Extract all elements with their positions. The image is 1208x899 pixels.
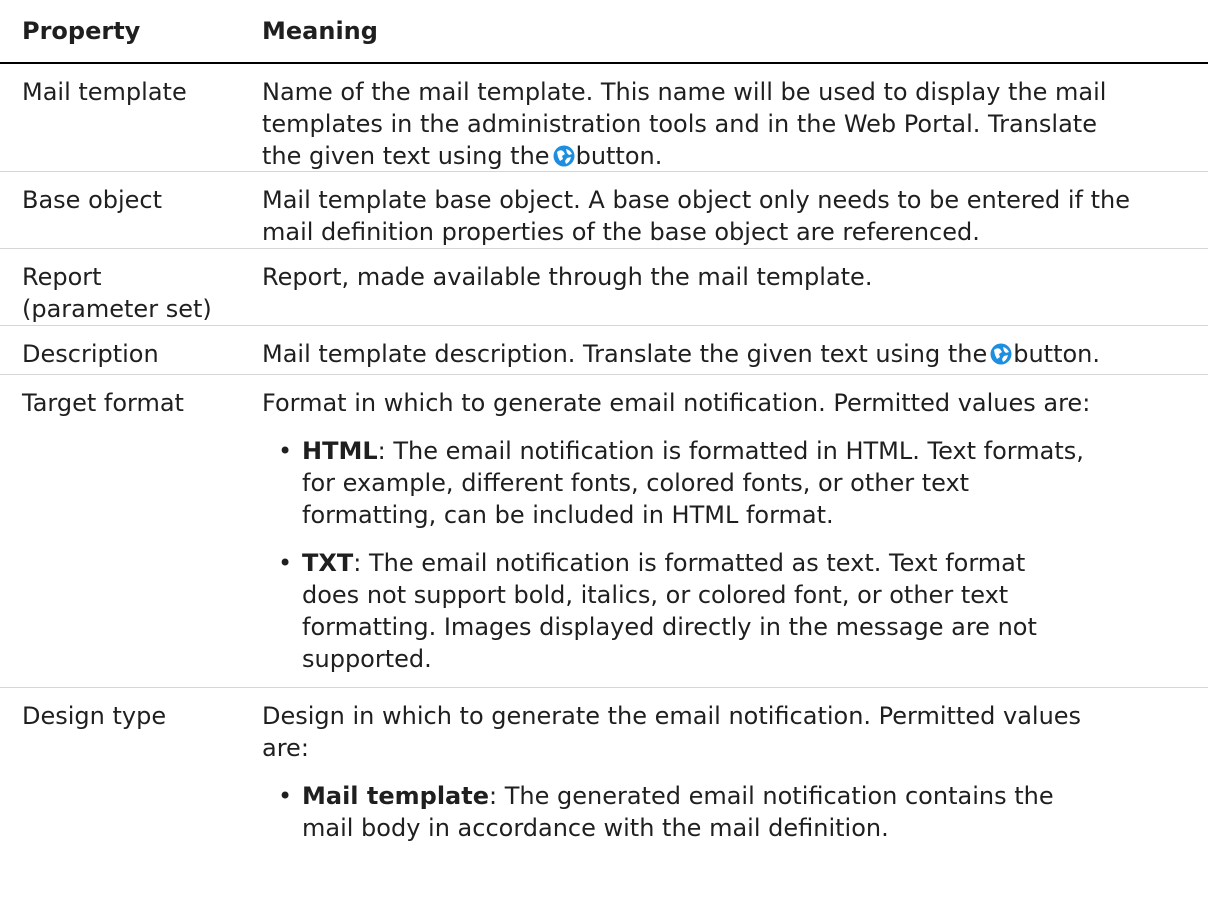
property-meaning: Design in which to generate the email no… bbox=[262, 700, 1202, 844]
list-item: • TXT: The email notification is formatt… bbox=[278, 547, 1202, 675]
bullet-text: supported. bbox=[302, 645, 432, 673]
table-row: Base object Mail template base object. A… bbox=[0, 172, 1208, 249]
meaning-text: the given text using the bbox=[262, 142, 550, 170]
bullet-text: does not support bold, italics, or color… bbox=[302, 581, 1009, 609]
property-meaning: Mail template description. Translate the… bbox=[262, 338, 1202, 370]
property-name: Description bbox=[22, 340, 159, 368]
list-item: • HTML: The email notification is format… bbox=[278, 435, 1202, 531]
table-header: Property Meaning bbox=[0, 0, 1208, 64]
bullet-line: HTML: The email notification is formatte… bbox=[302, 435, 1202, 467]
property-name: Design type bbox=[22, 702, 167, 730]
meaning-text: button. bbox=[575, 142, 663, 170]
bullet-dot: • bbox=[278, 782, 293, 810]
bullet-text: mail body in accordance with the mail de… bbox=[302, 814, 889, 842]
table-row: Mail template Name of the mail template.… bbox=[0, 63, 1208, 172]
bullet-line: TXT: The email notification is formatted… bbox=[302, 547, 1202, 579]
bullet-term: TXT bbox=[302, 549, 354, 577]
property-meaning: Format in which to generate email notifi… bbox=[262, 387, 1202, 675]
bullet-dot: • bbox=[278, 549, 293, 577]
table-row: Report (parameter set) Report, made avai… bbox=[0, 249, 1208, 326]
bullet-text: : The email notification is formatted in… bbox=[377, 437, 1084, 465]
bullet-line: Mail template: The generated email notif… bbox=[302, 780, 1202, 812]
meaning-text: Format in which to generate email notifi… bbox=[262, 389, 1091, 417]
meaning-text: Report, made available through the mail … bbox=[262, 263, 873, 291]
table-row: Description Mail template description. T… bbox=[0, 326, 1208, 375]
meaning-text: Mail template base object. A base object… bbox=[262, 186, 1130, 214]
meaning-text: button. bbox=[1013, 340, 1101, 368]
table-row: Target format Format in which to generat… bbox=[0, 375, 1208, 688]
property-name-line: Report bbox=[22, 263, 102, 291]
bullet-text: : The email notification is formatted as… bbox=[353, 549, 1026, 577]
meaning-text: templates in the administration tools an… bbox=[262, 110, 1097, 138]
meaning-text: Design in which to generate the email no… bbox=[262, 702, 1082, 730]
meaning-text: are: bbox=[262, 734, 309, 762]
translate-globe-icon[interactable] bbox=[553, 145, 575, 167]
header-meaning: Meaning bbox=[262, 17, 378, 45]
bullet-text: : The generated email notification conta… bbox=[489, 782, 1054, 810]
property-meaning: Name of the mail template. This name wil… bbox=[262, 76, 1202, 172]
property-name: Report (parameter set) bbox=[22, 261, 247, 325]
bullet-list: • HTML: The email notification is format… bbox=[262, 435, 1202, 675]
bullet-text: formatting, can be included in HTML form… bbox=[302, 501, 834, 529]
bullet-dot: • bbox=[278, 437, 293, 465]
property-name: Target format bbox=[22, 389, 184, 417]
bullet-term: HTML bbox=[302, 437, 378, 465]
translate-globe-icon[interactable] bbox=[990, 343, 1012, 365]
bullet-term: Mail template bbox=[302, 782, 489, 810]
property-name: Base object bbox=[22, 186, 163, 214]
property-name: Mail template bbox=[22, 78, 187, 106]
bullet-text: for example, different fonts, colored fo… bbox=[302, 469, 970, 497]
bullet-list: • Mail template: The generated email not… bbox=[262, 780, 1202, 844]
property-meaning: Report, made available through the mail … bbox=[262, 261, 1202, 293]
meaning-text: Mail template description. Translate the… bbox=[262, 340, 988, 368]
header-property: Property bbox=[22, 17, 141, 45]
meaning-text-line: the given text using the button. bbox=[262, 140, 1202, 172]
property-meaning: Mail template base object. A base object… bbox=[262, 184, 1202, 248]
meaning-text-line: Mail template description. Translate the… bbox=[262, 338, 1202, 370]
list-item: • Mail template: The generated email not… bbox=[278, 780, 1202, 844]
meaning-text: Name of the mail template. This name wil… bbox=[262, 78, 1107, 106]
bullet-text: formatting. Images displayed directly in… bbox=[302, 613, 1037, 641]
property-name-line: (parameter set) bbox=[22, 295, 212, 323]
meaning-text: mail definition properties of the base o… bbox=[262, 218, 980, 246]
table-row: Design type Design in which to generate … bbox=[0, 688, 1208, 899]
